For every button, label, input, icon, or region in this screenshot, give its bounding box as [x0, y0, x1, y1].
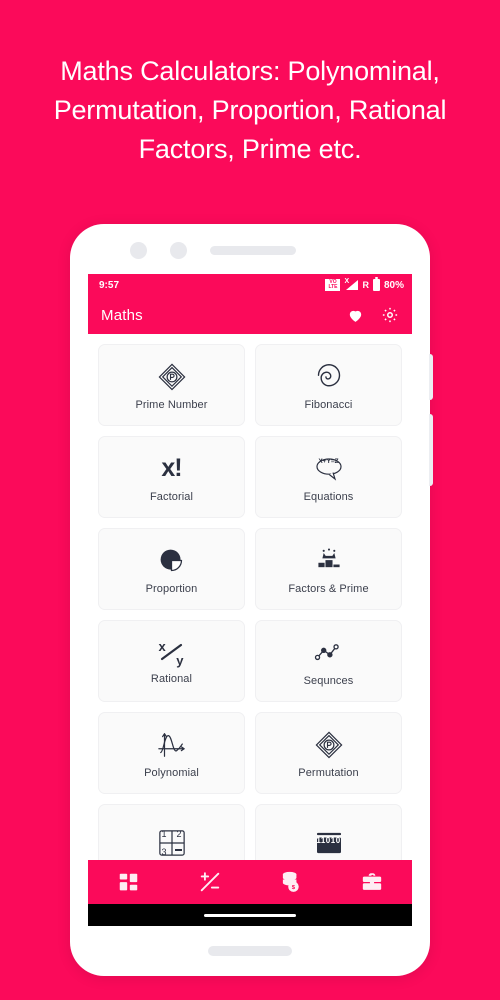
plus-minus-icon	[198, 870, 222, 894]
bottom-navigation: $	[88, 860, 412, 904]
earpiece-speaker	[210, 246, 296, 255]
card-factorial[interactable]: x! Factorial	[98, 436, 245, 518]
status-time: 9:57	[99, 279, 120, 291]
briefcase-icon	[361, 872, 383, 892]
battery-percent: 80%	[383, 279, 404, 291]
battery-icon	[372, 277, 380, 291]
coins-dollar-icon: $	[280, 871, 301, 893]
binary-text: 11010	[316, 835, 341, 845]
phone-top-bezel	[70, 224, 430, 274]
binary-icon: 11010	[315, 826, 343, 860]
app-bar-actions	[347, 306, 399, 324]
card-label: Polynomial	[144, 766, 199, 779]
card-equations[interactable]: X+Y=Z Equations	[255, 436, 402, 518]
card-proportion[interactable]: Proportion	[98, 528, 245, 610]
calculator-grid-scroll[interactable]: Prime Number Fibonacci x! Factorial X+Y=…	[88, 334, 412, 926]
card-label: Sequnces	[303, 674, 354, 687]
home-indicator[interactable]	[204, 913, 296, 917]
volte-icon: VO LTE	[325, 279, 341, 291]
pie-chart-icon	[157, 544, 186, 578]
card-label: Permutation	[298, 766, 359, 779]
app-title: Maths	[101, 306, 143, 324]
heart-icon[interactable]	[347, 307, 364, 324]
nav-item-business[interactable]	[347, 860, 397, 904]
card-label: Rational	[150, 672, 193, 685]
volume-up-button[interactable]	[429, 354, 433, 400]
card-rational[interactable]: x y Rational	[98, 620, 245, 702]
diamond-p-icon	[314, 728, 344, 762]
gear-icon[interactable]	[381, 306, 399, 324]
card-label: Proportion	[145, 582, 198, 595]
matrix-grid-icon: 1 2 3	[158, 826, 186, 860]
podium-crown-icon	[314, 544, 344, 578]
card-label: Factors & Prime	[288, 582, 369, 595]
card-label: Factorial	[149, 490, 194, 503]
graph-curve-icon	[156, 728, 188, 762]
speech-bubble-equation-icon: X+Y=Z	[313, 452, 345, 486]
equation-text: X+Y=Z	[318, 457, 339, 465]
rational-denominator: y	[176, 652, 184, 668]
nav-item-finance[interactable]: $	[266, 860, 316, 904]
x-factorial-icon: x!	[161, 454, 182, 482]
card-label: Fibonacci	[304, 398, 353, 411]
calculator-grid: Prime Number Fibonacci x! Factorial X+Y=…	[98, 344, 402, 886]
status-bar: 9:57 VO LTE X R 80%	[88, 274, 412, 296]
system-navigation-bar	[88, 904, 412, 926]
phone-screen: 9:57 VO LTE X R 80% Maths Prime Number F…	[88, 274, 412, 926]
diamond-p-icon	[157, 360, 187, 394]
card-factors-prime[interactable]: Factors & Prime	[255, 528, 402, 610]
card-permutation[interactable]: Permutation	[255, 712, 402, 794]
app-bar: Maths	[88, 296, 412, 334]
spiral-icon	[315, 360, 343, 394]
card-label: Prime Number	[135, 398, 208, 411]
connected-nodes-icon	[314, 636, 344, 670]
promo-headline: Maths Calculators: Polynominal, Permutat…	[53, 56, 447, 164]
nav-item-dashboard[interactable]	[104, 860, 154, 904]
card-prime-number[interactable]: Prime Number	[98, 344, 245, 426]
x-over-y-icon: x y	[157, 638, 187, 668]
card-polynomial[interactable]: Polynomial	[98, 712, 245, 794]
grid-dashboard-icon	[118, 872, 139, 893]
proximity-sensor-icon	[170, 242, 187, 259]
card-label: Equations	[303, 490, 354, 503]
volume-down-button[interactable]	[429, 414, 433, 486]
signal-strength-icon: X	[344, 278, 359, 291]
status-icons: VO LTE X R 80%	[325, 277, 404, 291]
roaming-indicator: R	[362, 280, 369, 290]
home-button[interactable]	[208, 946, 292, 956]
card-fibonacci[interactable]: Fibonacci	[255, 344, 402, 426]
nav-item-math[interactable]	[185, 860, 235, 904]
phone-mockup: 9:57 VO LTE X R 80% Maths Prime Number F…	[70, 224, 433, 976]
card-sequences[interactable]: Sequnces	[255, 620, 402, 702]
front-camera-icon	[130, 242, 147, 259]
